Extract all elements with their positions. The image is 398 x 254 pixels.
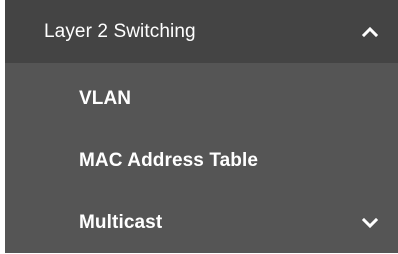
menu-item-vlan[interactable]: VLAN — [5, 68, 398, 130]
menu-item-label: MAC Address Table — [79, 150, 259, 171]
menu-item-multicast[interactable]: Multicast — [5, 192, 398, 254]
menu-section-layer2-switching[interactable]: Layer 2 Switching — [5, 0, 398, 63]
chevron-down-icon[interactable] — [360, 213, 380, 233]
submenu: VLAN MAC Address Table Multicast — [5, 63, 398, 253]
menu-item-mac-address-table[interactable]: MAC Address Table — [5, 130, 398, 192]
chevron-up-icon[interactable] — [360, 22, 380, 42]
menu-section-label: Layer 2 Switching — [44, 20, 196, 42]
menu-item-label: Multicast — [79, 212, 163, 233]
menu-item-label: VLAN — [79, 88, 132, 109]
sidebar-menu: Layer 2 Switching VLAN MAC Address Table… — [5, 0, 398, 253]
